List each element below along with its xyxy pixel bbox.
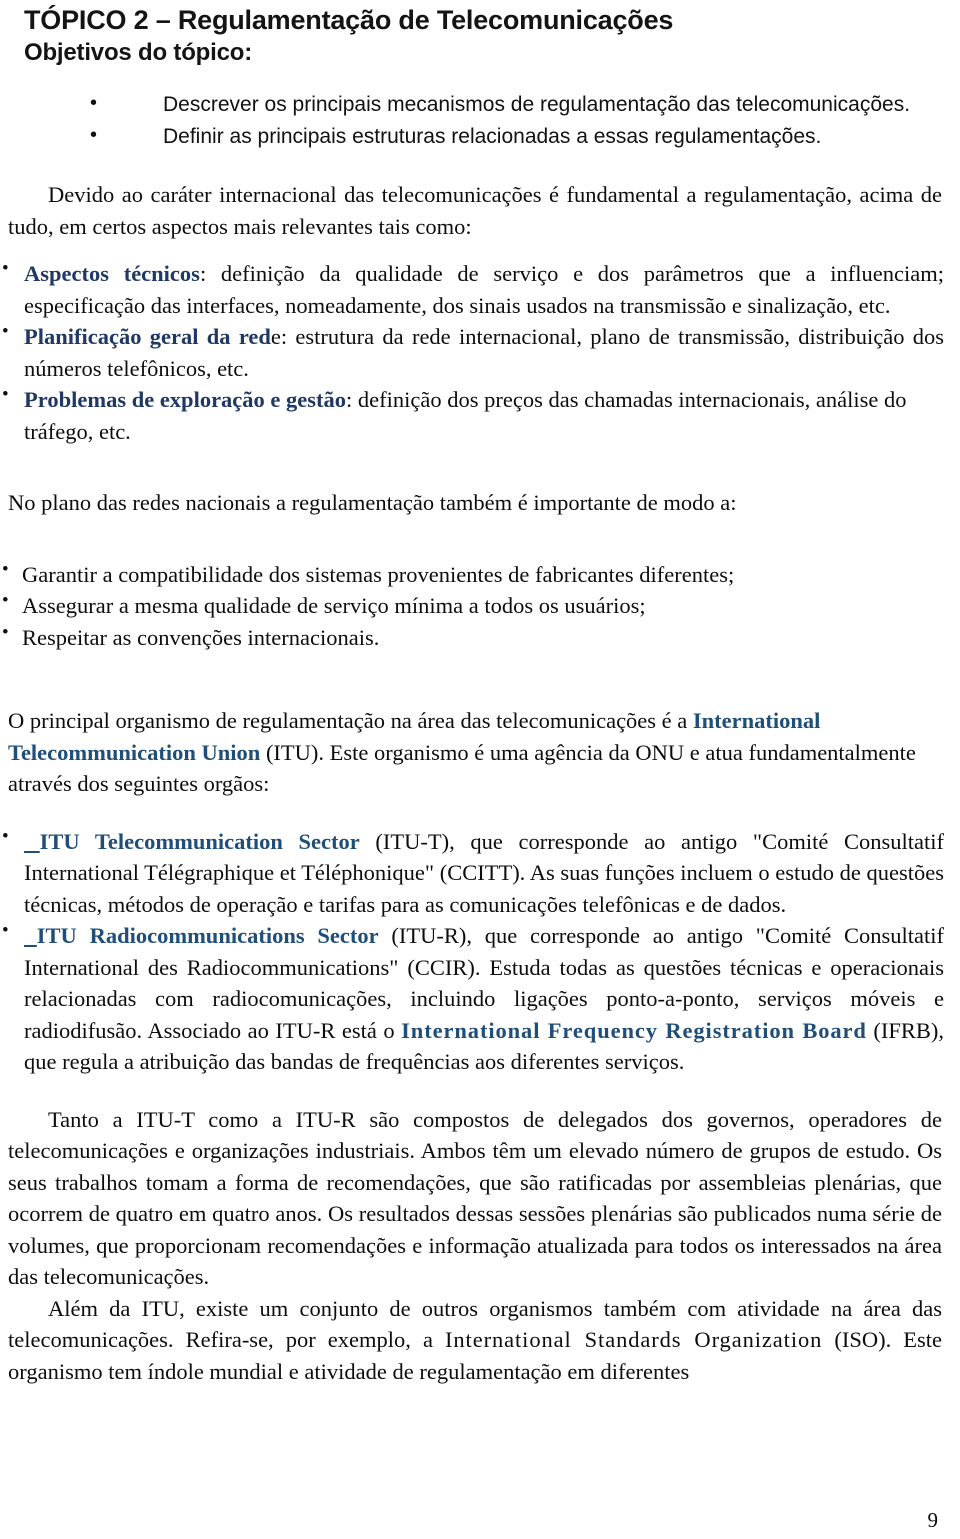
list-item: Definir as principais estruturas relacio… bbox=[0, 121, 960, 152]
itu-paragraph-before: O principal organismo de regulamentação … bbox=[8, 708, 693, 734]
document-page: TÓPICO 2 – Regulamentação de Telecomunic… bbox=[0, 0, 960, 1539]
itu-t-label-text: ITU Telecommunication Sector bbox=[39, 828, 360, 854]
page-number: 9 bbox=[927, 1508, 939, 1532]
iso-name: International Standards Organization bbox=[445, 1327, 823, 1353]
list-item: Aspectos técnicos: definição da qualidad… bbox=[0, 256, 960, 321]
list-item: Planificação geral da rede: estrutura da… bbox=[0, 319, 960, 384]
itu-r-label: ITU Radiocommunications Sector bbox=[24, 923, 379, 948]
list-item: Respeitar as convenções internacionais. bbox=[0, 620, 960, 654]
list-item: Garantir a compatibilidade dos sistemas … bbox=[0, 557, 960, 591]
ifrb-highlight: International Frequency Registration Boa… bbox=[401, 1017, 867, 1043]
closing-paragraph-two: Além da ITU, existe um conjunto de outro… bbox=[0, 1293, 960, 1388]
itu-paragraph: O principal organismo de regulamentação … bbox=[0, 705, 960, 800]
aspect-label: Planificação geral da red bbox=[24, 324, 271, 350]
aspect-label: Aspectos técnicos bbox=[24, 261, 200, 287]
aspects-list: Aspectos técnicos: definição da qualidad… bbox=[0, 256, 960, 447]
list-item: Problemas de exploração e gestão: defini… bbox=[0, 382, 960, 447]
closing-paragraph-one: Tanto a ITU-T como a ITU-R são compostos… bbox=[8, 1106, 942, 1290]
national-intro-paragraph: No plano das redes nacionais a regulamen… bbox=[8, 490, 737, 516]
itu-sectors-list: ITU Telecommunication Sector (ITU-T), qu… bbox=[0, 824, 960, 1078]
leading-underline bbox=[24, 923, 37, 948]
list-item: Assegurar a mesma qualidade de serviço m… bbox=[0, 588, 960, 622]
intro-paragraph: Devido ao caráter internacional das tele… bbox=[8, 182, 942, 239]
page-title: TÓPICO 2 – Regulamentação de Telecomunic… bbox=[24, 5, 674, 35]
page-subtitle: Objetivos do tópico: bbox=[24, 38, 252, 66]
itu-t-label: ITU Telecommunication Sector bbox=[24, 829, 360, 854]
aspect-label: Problemas de exploração e gestão bbox=[24, 387, 347, 413]
national-objectives-list: Garantir a compatibilidade dos sistemas … bbox=[0, 557, 960, 654]
itu-r-label-text: ITU Radiocommunications Sector bbox=[36, 923, 379, 949]
list-item: ITU Radiocommunications Sector (ITU-R), … bbox=[0, 918, 960, 1078]
list-item: ITU Telecommunication Sector (ITU-T), qu… bbox=[0, 824, 960, 921]
list-item: Descrever os principais mecanismos de re… bbox=[0, 89, 960, 120]
objectives-list: Descrever os principais mecanismos de re… bbox=[0, 89, 960, 152]
leading-underline bbox=[24, 829, 40, 854]
